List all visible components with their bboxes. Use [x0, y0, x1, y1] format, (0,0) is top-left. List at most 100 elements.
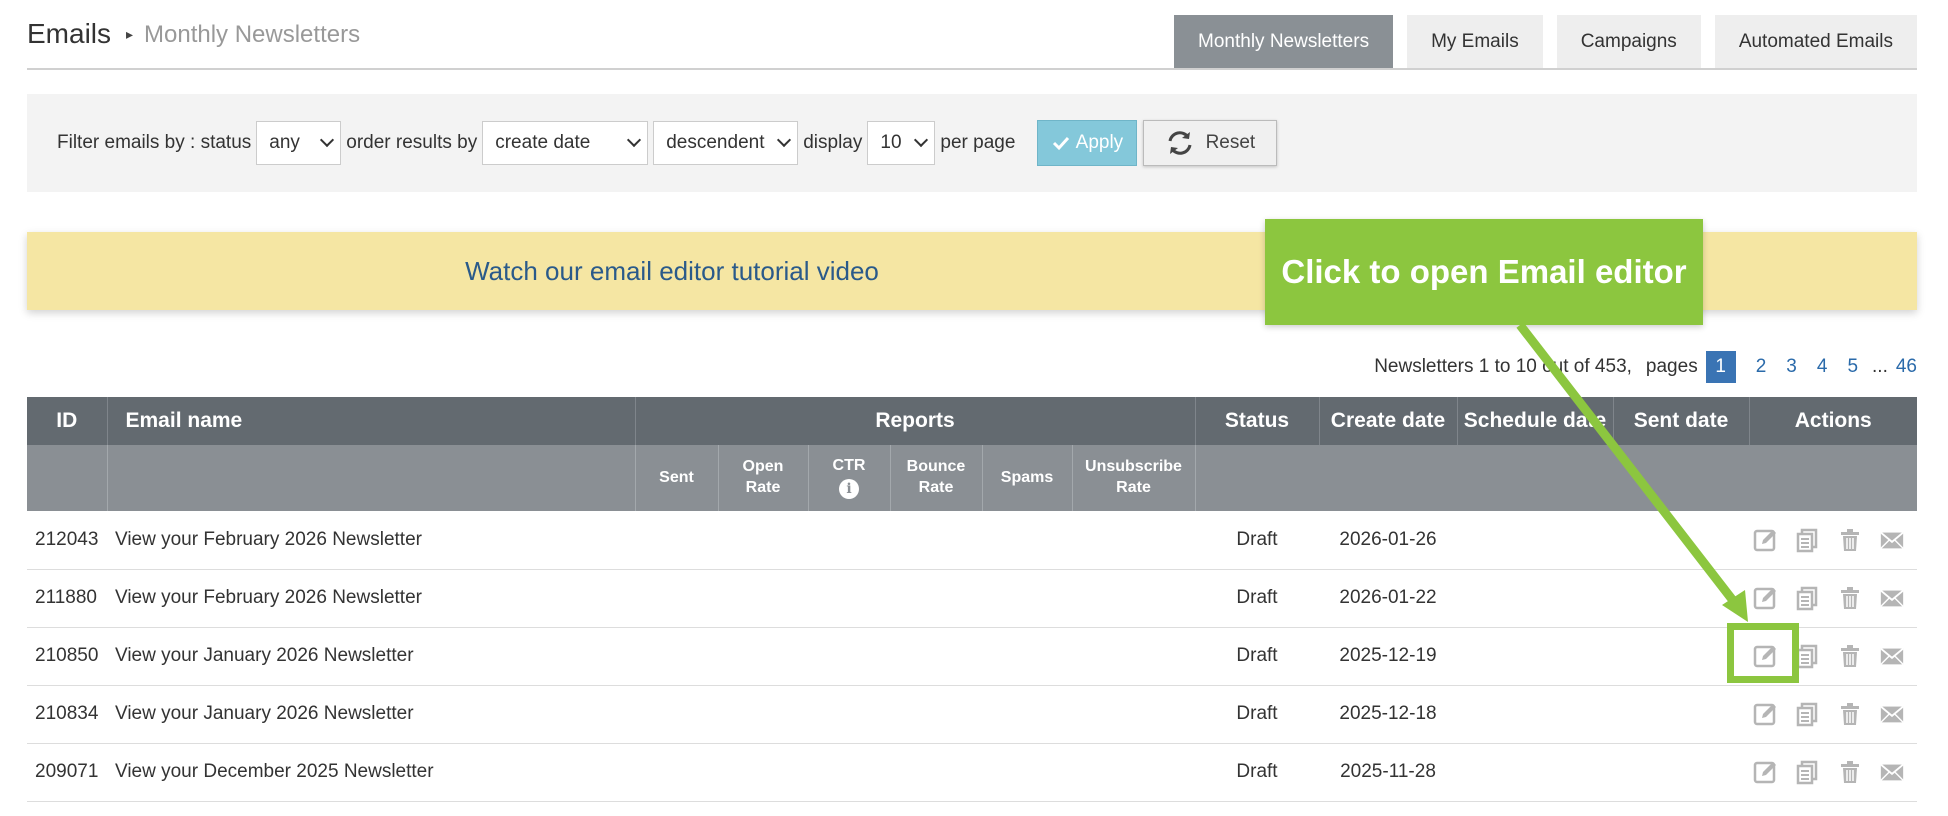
envelope-icon[interactable] — [1879, 701, 1905, 727]
row-action-group — [1749, 759, 1917, 785]
row-id-link[interactable]: 209071 — [27, 743, 107, 802]
copy-icon[interactable] — [1795, 701, 1821, 727]
col-sent-date[interactable]: Sent date — [1612, 397, 1749, 445]
chevron-down-icon — [777, 132, 792, 148]
trash-icon[interactable] — [1837, 759, 1863, 785]
col-open-rate[interactable]: Open Rate — [717, 445, 808, 511]
row-status: Draft — [1195, 511, 1319, 570]
display-label: display — [803, 132, 863, 153]
reset-button-label: Reset — [1205, 132, 1256, 153]
info-icon[interactable]: i — [839, 479, 859, 500]
row-actions — [1749, 569, 1917, 628]
copy-icon[interactable] — [1795, 585, 1821, 611]
subheader-empty — [106, 445, 635, 511]
pages-label: pages — [1645, 356, 1698, 377]
display-select-value: 10 — [880, 132, 902, 153]
col-status[interactable]: Status — [1194, 397, 1319, 445]
tab-my-emails[interactable]: My Emails — [1407, 15, 1543, 70]
page-link-last[interactable]: 46 — [1896, 356, 1917, 378]
envelope-icon[interactable] — [1879, 585, 1905, 611]
col-unsubscribe-rate[interactable]: Unsubscribe Rate — [1071, 445, 1195, 511]
row-status: Draft — [1195, 627, 1319, 686]
pagination-summary: Newsletters 1 to 10 out of 453, — [1374, 356, 1632, 377]
edit-icon[interactable] — [1753, 527, 1779, 553]
col-id[interactable]: ID — [27, 397, 107, 445]
page-link-4[interactable]: 4 — [1817, 356, 1828, 378]
callout-box: Click to open Email editor — [1265, 219, 1703, 325]
edit-icon[interactable] — [1753, 585, 1779, 611]
edit-highlight-box — [1727, 623, 1799, 683]
col-bounce-rate[interactable]: Bounce Rate — [889, 445, 982, 511]
trash-icon[interactable] — [1837, 701, 1863, 727]
col-sent[interactable]: Sent — [634, 445, 718, 511]
order-select[interactable]: create date — [482, 121, 649, 165]
row-schedule-date — [1457, 511, 1613, 570]
col-email-name[interactable]: Email name — [106, 397, 635, 445]
row-actions — [1749, 743, 1917, 802]
table-row: 209071 View your December 2025 Newsletter… — [27, 743, 1917, 802]
ctr-label: CTR — [832, 457, 866, 475]
envelope-icon[interactable] — [1879, 527, 1905, 553]
col-create-date[interactable]: Create date — [1318, 397, 1457, 445]
per-page-label: per page — [940, 132, 1016, 153]
row-action-group — [1749, 585, 1917, 611]
row-schedule-date — [1457, 569, 1613, 628]
direction-select-value: descendent — [666, 132, 765, 153]
edit-icon[interactable] — [1753, 759, 1779, 785]
tab-campaigns[interactable]: Campaigns — [1556, 15, 1701, 70]
status-select[interactable]: any — [256, 121, 342, 165]
reset-button[interactable]: Reset — [1143, 120, 1278, 166]
direction-select[interactable]: descendent — [653, 121, 799, 165]
row-action-group — [1749, 701, 1917, 727]
callout-text: Click to open Email editor — [1281, 253, 1687, 290]
table-row: 212043 View your February 2026 Newsletter… — [27, 511, 1917, 570]
subheader-empty — [1749, 445, 1917, 511]
row-status: Draft — [1195, 569, 1319, 628]
page-link-1[interactable]: 1 — [1705, 351, 1736, 383]
open-rate-line1: Open — [742, 458, 784, 476]
row-schedule-date — [1457, 685, 1613, 744]
col-ctr[interactable]: CTR i — [807, 445, 890, 511]
unsub-line2: Rate — [1116, 479, 1151, 496]
page-link-3[interactable]: 3 — [1786, 356, 1797, 378]
trash-icon[interactable] — [1837, 585, 1863, 611]
order-select-value: create date — [495, 132, 591, 153]
apply-button[interactable]: Apply — [1037, 120, 1138, 166]
tutorial-video-link[interactable]: Watch our email editor tutorial video — [465, 256, 879, 287]
row-create-date: 2025-12-19 — [1319, 627, 1457, 686]
copy-icon[interactable] — [1795, 759, 1821, 785]
page-link-2[interactable]: 2 — [1756, 356, 1767, 378]
tab-monthly-newsletters[interactable]: Monthly Newsletters — [1174, 15, 1394, 70]
subheader-empty — [27, 445, 107, 511]
envelope-icon[interactable] — [1879, 643, 1905, 669]
unsub-line1: Unsubscribe — [1085, 458, 1182, 476]
table-row: 210850 View your January 2026 Newsletter D… — [27, 627, 1917, 686]
breadcrumb-root[interactable]: Emails — [27, 18, 111, 50]
filter-bar: Filter emails by : status any order resu… — [27, 94, 1917, 192]
tab-automated-emails[interactable]: Automated Emails — [1714, 15, 1917, 70]
col-spams[interactable]: Spams — [981, 445, 1072, 511]
newsletters-table: ID Email name Reports Status Create date… — [27, 397, 1917, 802]
pagination: Newsletters 1 to 10 out of 453, pages 1 … — [1374, 351, 1917, 383]
display-select[interactable]: 10 — [867, 121, 936, 165]
row-create-date: 2025-12-18 — [1319, 685, 1457, 744]
row-id-link[interactable]: 210850 — [27, 627, 107, 686]
row-id-link[interactable]: 210834 — [27, 685, 107, 744]
row-id-link[interactable]: 211880 — [27, 569, 107, 628]
col-actions: Actions — [1748, 397, 1917, 445]
copy-icon[interactable] — [1795, 527, 1821, 553]
row-status: Draft — [1195, 685, 1319, 744]
trash-icon[interactable] — [1837, 643, 1863, 669]
row-email-name: View your January 2026 Newsletter — [107, 685, 635, 744]
subheader-empty — [1613, 445, 1749, 511]
col-schedule-date[interactable]: Schedule date — [1456, 397, 1613, 445]
envelope-icon[interactable] — [1879, 759, 1905, 785]
trash-icon[interactable] — [1837, 527, 1863, 553]
edit-icon[interactable] — [1753, 701, 1779, 727]
row-email-name: View your December 2025 Newsletter — [107, 743, 635, 802]
row-id-link[interactable]: 212043 — [27, 511, 107, 570]
page-link-5[interactable]: 5 — [1847, 356, 1858, 378]
row-reports — [635, 627, 1195, 686]
chevron-down-icon — [320, 132, 335, 148]
row-sent-date — [1613, 569, 1749, 628]
